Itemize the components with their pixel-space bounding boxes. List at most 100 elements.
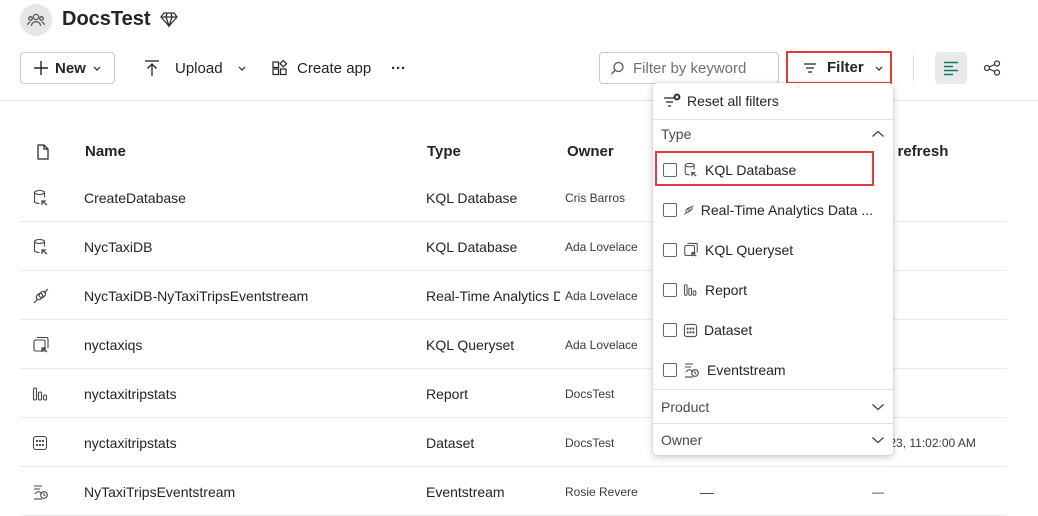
item-owner: DocsTest xyxy=(565,435,615,450)
eventstream-icon xyxy=(685,363,699,378)
create-app-button-label: Create app xyxy=(297,59,372,77)
search-icon xyxy=(611,61,624,74)
workspace-avatar xyxy=(20,4,52,36)
item-name[interactable]: nyctaxitripstats xyxy=(84,418,177,467)
chevron-down-icon xyxy=(872,404,884,411)
option-label: Eventstream xyxy=(707,362,786,378)
highlight-annotation xyxy=(655,151,874,186)
option-label: Report xyxy=(705,282,748,298)
owner-section-header[interactable]: Owner xyxy=(661,429,885,451)
type-section-label: Type xyxy=(661,126,692,142)
workspace-people-icon xyxy=(27,13,45,27)
item-next-refresh: /23, 11:02:00 AM xyxy=(886,435,976,450)
item-type: KQL Queryset xyxy=(426,336,515,353)
chevron-down-icon xyxy=(93,66,101,71)
owner-section-label: Owner xyxy=(661,432,703,448)
filter-keyword-search[interactable] xyxy=(599,52,779,84)
filter-lines-icon xyxy=(804,62,816,73)
item-name[interactable]: NycTaxiDB xyxy=(84,222,152,271)
eventstream-icon xyxy=(32,467,56,516)
reset-all-filters-button[interactable]: Reset all filters xyxy=(663,91,779,111)
column-header-type[interactable]: Type xyxy=(427,143,461,160)
dataset-icon xyxy=(683,323,698,337)
kql-queryset-icon xyxy=(32,320,56,369)
type-option-dataset[interactable]: Dataset xyxy=(663,318,873,342)
column-header-owner[interactable]: Owner xyxy=(567,143,614,160)
more-options-button[interactable]: ··· xyxy=(391,52,406,84)
upload-button[interactable]: Upload xyxy=(143,52,247,84)
chevron-up-icon xyxy=(872,130,884,137)
filter-button-label: Filter xyxy=(827,59,864,76)
item-name[interactable]: nyctaxiqs xyxy=(84,320,142,369)
eventstream-link-icon xyxy=(32,271,56,320)
item-next-refresh: — xyxy=(872,484,884,499)
kql-database-icon xyxy=(32,222,56,271)
column-header-name[interactable]: Name xyxy=(85,143,126,160)
clear-filter-icon xyxy=(664,93,681,107)
dataset-icon xyxy=(32,418,56,467)
item-name[interactable]: nyctaxitripstats xyxy=(84,369,177,418)
lineage-icon xyxy=(983,60,1001,76)
item-owner: Cris Barros xyxy=(565,190,626,205)
type-section-header[interactable]: Type xyxy=(661,123,885,145)
item-type: Real-Time Analytics D xyxy=(426,287,560,304)
item-owner: Ada Lovelace xyxy=(565,288,638,303)
reset-all-filters-label: Reset all filters xyxy=(687,93,779,109)
new-button-label: New xyxy=(55,59,86,77)
checkbox[interactable] xyxy=(663,243,677,257)
item-owner: Ada Lovelace xyxy=(565,337,638,352)
eventstream-link-icon xyxy=(684,205,694,215)
upload-icon xyxy=(145,60,159,76)
item-last-refreshed: — xyxy=(700,483,714,500)
item-type: Dataset xyxy=(426,434,475,451)
chevron-down-icon xyxy=(875,66,883,71)
file-type-header-icon xyxy=(36,144,50,160)
more-options-icon: ··· xyxy=(391,59,406,77)
item-type: Eventstream xyxy=(426,483,505,500)
app-icon xyxy=(272,59,288,76)
toolbar-divider xyxy=(913,55,914,81)
upload-button-label: Upload xyxy=(175,59,223,77)
option-label: Dataset xyxy=(704,322,753,338)
type-option-real-time-analytics[interactable]: Real-Time Analytics Data ... xyxy=(663,198,873,222)
checkbox[interactable] xyxy=(663,283,677,297)
option-label: Real-Time Analytics Data ... xyxy=(700,202,873,218)
list-view-button[interactable] xyxy=(935,52,967,84)
workspace-title: DocsTest xyxy=(62,8,151,30)
item-name[interactable]: NyTaxiTripsEventstream xyxy=(84,467,235,516)
option-label: KQL Queryset xyxy=(705,242,794,258)
create-app-button[interactable]: Create app xyxy=(271,52,371,84)
report-icon xyxy=(683,284,697,296)
plus-icon xyxy=(34,61,48,75)
filter-dropdown: Reset all filters Type KQL Database Real… xyxy=(653,83,893,455)
product-section-label: Product xyxy=(661,399,710,415)
item-type: KQL Database xyxy=(426,238,518,255)
dropdown-divider xyxy=(653,389,893,390)
filter-keyword-input[interactable] xyxy=(633,59,773,77)
checkbox[interactable] xyxy=(663,323,677,337)
checkbox[interactable] xyxy=(663,203,677,217)
item-type: Report xyxy=(426,385,469,402)
dropdown-divider xyxy=(653,423,893,424)
type-option-report[interactable]: Report xyxy=(663,278,873,302)
dropdown-divider xyxy=(653,119,893,120)
type-option-kql-queryset[interactable]: KQL Queryset xyxy=(663,238,873,262)
new-button[interactable]: New xyxy=(20,52,115,84)
filter-button[interactable]: Filter xyxy=(786,51,892,84)
report-icon xyxy=(32,369,56,418)
type-option-eventstream[interactable]: Eventstream xyxy=(663,358,873,382)
lineage-view-button[interactable] xyxy=(978,52,1006,84)
kql-queryset-icon xyxy=(684,242,698,257)
premium-diamond-icon[interactable] xyxy=(160,10,178,28)
item-name[interactable]: CreateDatabase xyxy=(84,173,186,222)
product-section-header[interactable]: Product xyxy=(661,396,885,418)
item-name[interactable]: NycTaxiDB-NyTaxiTripsEventstream xyxy=(84,271,308,320)
item-owner: Rosie Revere xyxy=(565,484,638,499)
item-type: KQL Database xyxy=(426,189,518,206)
item-owner: Ada Lovelace xyxy=(565,239,638,254)
checkbox[interactable] xyxy=(663,363,677,377)
list-view-icon xyxy=(944,61,958,76)
item-owner: DocsTest xyxy=(565,386,615,401)
table-row[interactable]: NyTaxiTripsEventstream Eventstream Rosie… xyxy=(20,467,1007,516)
chevron-down-icon xyxy=(872,437,884,444)
